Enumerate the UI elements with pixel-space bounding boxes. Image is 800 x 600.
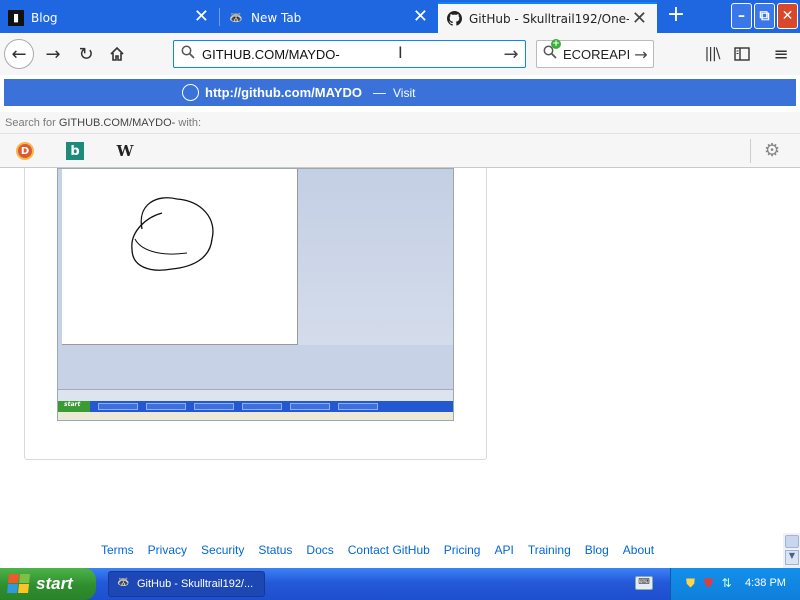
mini-task-item [98,403,138,410]
footer-link-docs[interactable]: Docs [306,543,333,557]
suggestion-url: http://github.com/MAYDO [205,85,362,100]
forward-button[interactable]: → [38,39,68,69]
divider [750,139,751,163]
search-for-suffix: with: [178,117,202,129]
footer-link-contact[interactable]: Contact GitHub [348,543,430,557]
text-cursor-icon: I [398,43,403,62]
tab-github[interactable]: GitHub - Skulltrail192/One-Core-A ✕ [438,2,657,33]
reload-icon: ↻ [78,43,94,65]
bing-icon[interactable]: b [66,142,84,160]
home-icon [110,46,124,61]
tab-bar: ▮ Blog ✕ 🦝 New Tab ✕ GitHub - Skulltrail… [0,0,800,33]
close-tab-icon[interactable]: ✕ [194,8,209,26]
keyboard-icon[interactable]: ⌨ [635,576,653,590]
close-tab-icon[interactable]: ✕ [413,8,428,26]
search-input[interactable]: + ECOREAPI → [536,39,654,68]
taskbar-window-button[interactable]: 🦝 GitHub - Skulltrail192/... [108,571,265,597]
duckduckgo-icon[interactable]: D [16,142,34,160]
footer-link-pricing[interactable]: Pricing [444,543,481,557]
paint-canvas [62,169,298,345]
start-button[interactable]: start [0,568,96,600]
clock: 4:38 PM [745,577,786,589]
search-input-text: ECOREAPI [563,46,629,62]
system-tray: ⛊ ⛊ ⇅ 4:38 PM [670,568,800,600]
mini-task-item [338,403,378,410]
library-button[interactable]: |||\ [697,39,727,69]
drawn-circle-sketch [131,197,214,271]
os-taskbar: start 🦝 GitHub - Skulltrail192/... ⌨ ⛊ ⛊… [0,568,800,600]
scroll-down-arrow-icon[interactable]: ▼ [785,550,799,565]
taskbar-window-title: GitHub - Skulltrail192/... [137,578,254,590]
footer-link-blog[interactable]: Blog [585,543,609,557]
suggestion-separator: — [373,85,386,100]
mini-vm-status-bar [58,412,453,420]
close-tab-icon[interactable]: ✕ [632,10,647,28]
menu-button[interactable]: ≡ [766,39,796,69]
minimize-button[interactable]: – [731,3,752,29]
go-arrow-icon[interactable]: → [497,44,525,65]
tab-blog[interactable]: ▮ Blog ✕ [0,2,219,33]
home-button[interactable] [102,39,132,69]
footer-link-about[interactable]: About [623,543,654,557]
footer-link-status[interactable]: Status [258,543,292,557]
github-icon [446,11,462,27]
footer-link-terms[interactable]: Terms [101,543,134,557]
mini-task-item [146,403,186,410]
url-suggestion-row[interactable]: http://github.com/MAYDO — Visit [4,79,796,106]
canvas-background [298,169,453,345]
tab-title: New Tab [251,10,302,25]
footer-link-training[interactable]: Training [528,543,571,557]
mini-task-item [242,403,282,410]
search-for-label: Search for GITHUB.COM/MAYDO- with: [0,112,800,134]
scrollbar[interactable]: ▼ [783,533,800,568]
globe-icon [182,84,199,101]
page-content: start Terms Privacy Security Status Docs… [0,168,800,568]
raccoon-icon: 🦝 [229,11,243,24]
url-input[interactable]: GITHUB.COM/MAYDO- → I [173,40,526,68]
footer-link-api[interactable]: API [494,543,513,557]
url-input-text: GITHUB.COM/MAYDO- [202,46,340,62]
security-shield-icon[interactable]: ⛊ [683,576,698,591]
mini-task-item [194,403,234,410]
navigation-toolbar: ← → ↻ GITHUB.COM/MAYDO- → I + ECOREAPI →… [0,33,800,75]
footer-link-security[interactable]: Security [201,543,244,557]
mini-task-item [290,403,330,410]
search-for-prefix: Search for [5,117,56,129]
suggestion-action: Visit [393,86,416,100]
wikipedia-icon[interactable]: W [116,142,134,160]
arrow-left-icon: ← [11,43,27,65]
footer-link-privacy[interactable]: Privacy [148,543,187,557]
tab-new-tab[interactable]: 🦝 New Tab ✕ [220,2,438,33]
add-search-engine-icon: + [537,39,563,63]
screenshot-image: start [57,168,454,421]
start-label: start [36,574,73,593]
tab-title: GitHub - Skulltrail192/One-Core-A [469,11,629,26]
gear-icon[interactable]: ⚙ [764,140,780,161]
security-alert-icon[interactable]: ⛊ [701,576,716,591]
sidebar-button[interactable] [727,39,757,69]
library-icon: |||\ [704,46,721,62]
one-off-search-engines: D b W ⚙ [0,134,800,168]
firefox-icon: 🦝 [117,577,130,588]
scrollbar-thumb[interactable] [785,535,799,548]
new-tab-button[interactable]: + [664,4,688,28]
network-icon[interactable]: ⇅ [719,576,734,591]
reload-button[interactable]: ↻ [71,39,101,69]
paint-status-bar [58,389,453,401]
windows-logo-icon [7,574,31,594]
sidebar-icon [734,47,750,61]
arrow-right-icon: → [45,43,61,65]
footer-links: Terms Privacy Security Status Docs Conta… [101,543,668,557]
hamburger-menu-icon: ≡ [773,43,789,65]
close-window-button[interactable]: ✕ [777,3,798,29]
search-icon [174,45,202,63]
mini-start-button: start [58,401,90,412]
search-for-query: GITHUB.COM/MAYDO- [58,117,176,129]
tab-title: Blog [31,10,58,25]
back-button[interactable]: ← [4,39,34,69]
terminal-icon: ▮ [8,9,24,26]
search-go-icon[interactable]: → [629,45,653,64]
maximize-button[interactable]: ⧉ [754,3,775,29]
